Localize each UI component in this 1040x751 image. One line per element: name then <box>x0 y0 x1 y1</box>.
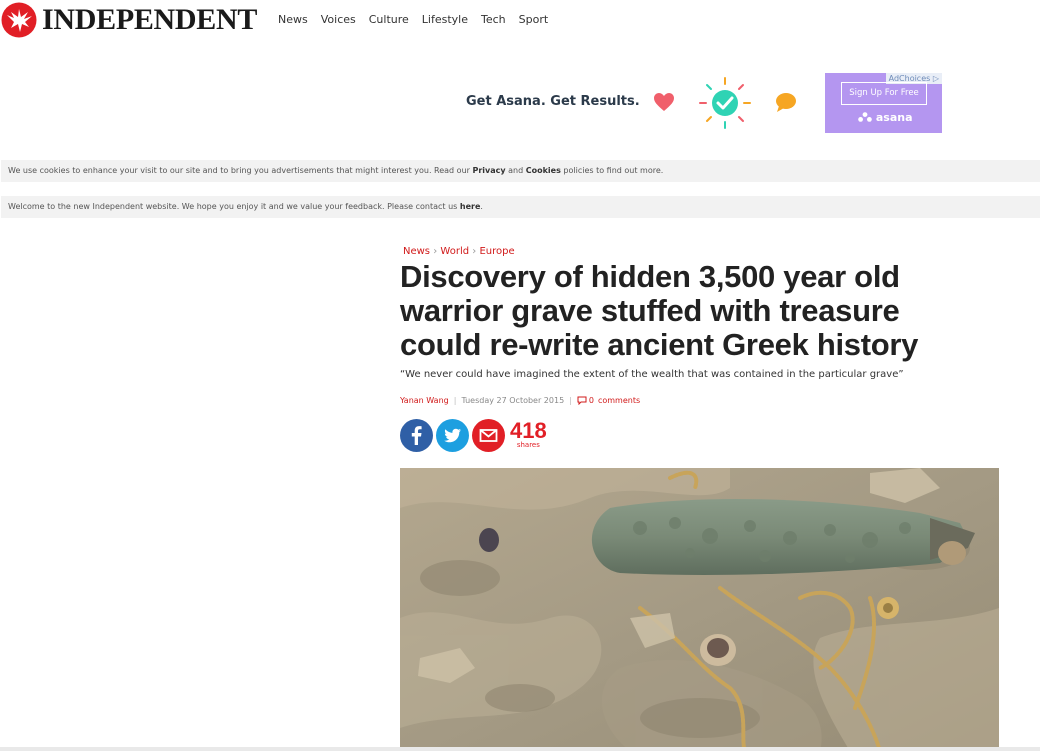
share-bar: 418 shares <box>400 419 547 452</box>
page-scroll-edge <box>0 747 1040 751</box>
author-link[interactable]: Yanan Wang <box>400 396 449 405</box>
site-header: INDEPENDENT News Voices Culture Lifestyl… <box>0 0 1040 42</box>
byline-divider: | <box>453 396 457 405</box>
checkmark-icon <box>698 76 752 130</box>
email-share-button[interactable] <box>472 419 505 452</box>
logo-wordmark[interactable]: INDEPENDENT <box>42 3 257 37</box>
welcome-notice: Welcome to the new Independent website. … <box>1 196 1040 218</box>
nav-voices[interactable]: Voices <box>321 13 356 27</box>
cookies-link[interactable]: Cookies <box>526 166 561 175</box>
article-headline: Discovery of hidden 3,500 year old warri… <box>400 259 919 362</box>
byline-divider: | <box>569 396 572 405</box>
nav-lifestyle[interactable]: Lifestyle <box>422 13 468 27</box>
asana-logo-icon <box>858 112 872 122</box>
cookie-text: We use cookies to enhance your visit to … <box>8 166 473 175</box>
speech-bubble-icon <box>774 90 798 114</box>
cookie-text-end: policies to find out more. <box>560 166 664 175</box>
ad-signup-panel[interactable]: AdChoices ▷ Sign Up For Free asana <box>825 73 942 133</box>
article-lead-image[interactable] <box>400 468 999 751</box>
share-counter: 418 shares <box>510 417 547 449</box>
twitter-share-button[interactable] <box>436 419 469 452</box>
breadcrumb-world[interactable]: World <box>440 246 469 257</box>
advertisement-banner[interactable]: Get Asana. Get Results. AdChoices ▷ Sign… <box>466 72 942 134</box>
nav-sport[interactable]: Sport <box>519 13 549 27</box>
nav-culture[interactable]: Culture <box>369 13 409 27</box>
breadcrumb-news[interactable]: News <box>403 246 430 257</box>
main-nav: News Voices Culture Lifestyle Tech Sport <box>278 13 561 27</box>
privacy-link[interactable]: Privacy <box>472 166 505 175</box>
share-count-label: shares <box>516 440 540 449</box>
signup-button[interactable]: Sign Up For Free <box>841 82 927 105</box>
breadcrumb-europe[interactable]: Europe <box>479 246 514 257</box>
cookie-text-mid: and <box>505 166 526 175</box>
email-icon <box>479 429 498 442</box>
comment-icon <box>577 396 587 405</box>
ad-brand-name: asana <box>875 111 913 124</box>
byline: Yanan Wang | Tuesday 27 October 2015 | 0… <box>400 396 640 405</box>
comments-label: comments <box>597 396 641 405</box>
comments-count: 0 <box>588 396 594 405</box>
share-count: 418 <box>510 417 547 443</box>
nav-news[interactable]: News <box>278 13 308 27</box>
twitter-icon <box>444 428 461 443</box>
nav-tech[interactable]: Tech <box>481 13 506 27</box>
asana-brand: asana <box>858 111 913 124</box>
breadcrumb-separator: › <box>472 246 477 257</box>
welcome-text: Welcome to the new Independent website. … <box>8 202 460 211</box>
breadcrumb-separator: › <box>433 246 438 257</box>
eagle-logo-icon[interactable] <box>1 2 37 38</box>
article-standfirst: “We never could have imagined the extent… <box>400 369 904 380</box>
ad-headline: Get Asana. Get Results. <box>466 94 640 109</box>
publish-date: Tuesday 27 October 2015 <box>461 396 565 405</box>
cookie-notice: We use cookies to enhance your visit to … <box>1 160 1040 182</box>
archaeology-photo <box>400 468 999 751</box>
heart-icon <box>652 90 676 114</box>
breadcrumb: News › World › Europe <box>403 246 515 257</box>
facebook-share-button[interactable] <box>400 419 433 452</box>
comments-link[interactable]: 0 comments <box>577 396 640 405</box>
contact-here-link[interactable]: here <box>460 202 481 211</box>
welcome-text-end: . <box>480 202 483 211</box>
facebook-icon <box>411 426 422 445</box>
